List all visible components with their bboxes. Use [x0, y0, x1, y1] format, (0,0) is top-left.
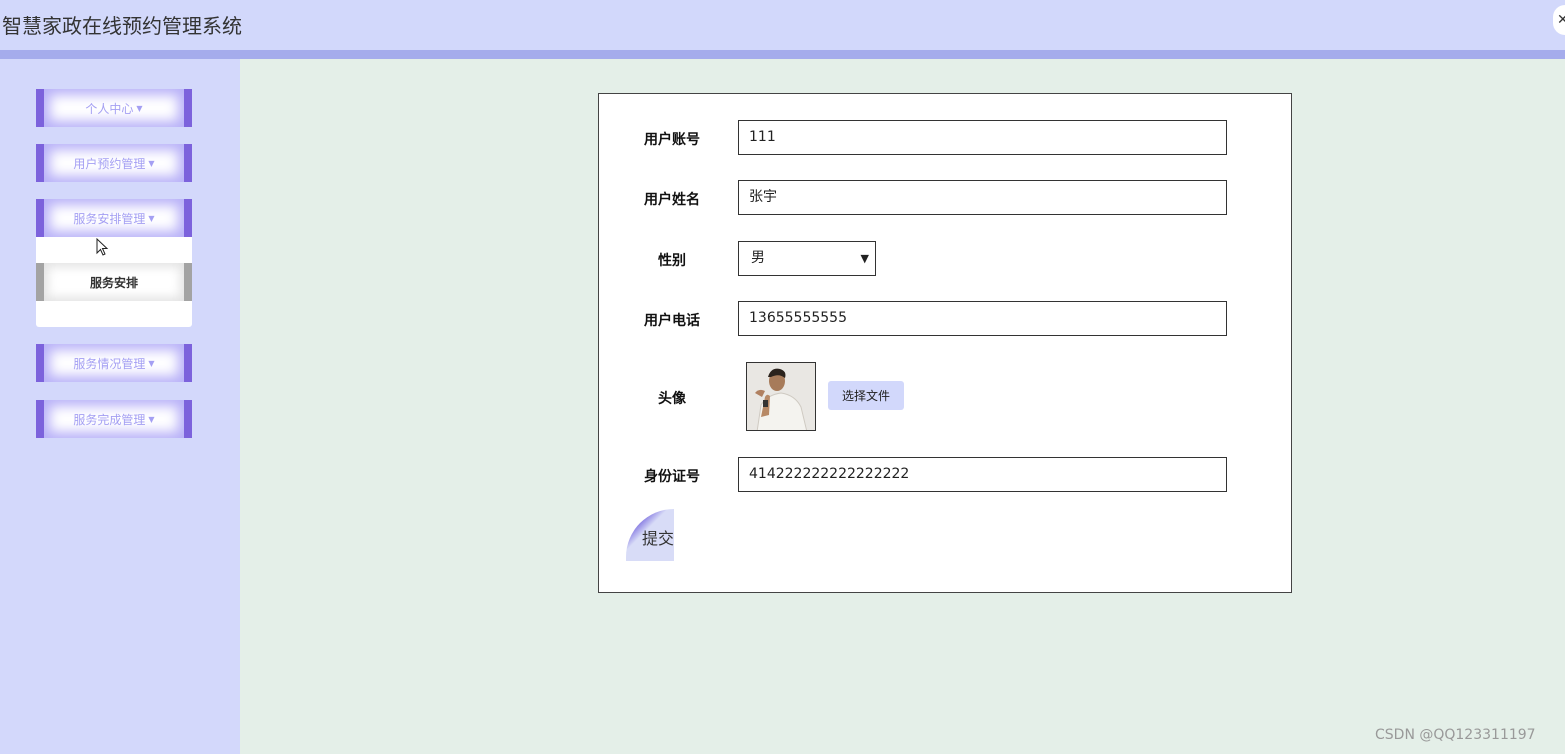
- menu-label: 个人中心: [85, 101, 134, 116]
- app-title: 智慧家政在线预约管理系统: [2, 14, 242, 38]
- submit-label: 提交: [642, 529, 675, 548]
- submenu-service-arrangement: 服务安排: [36, 237, 192, 327]
- user-form: 用户账号 111 用户姓名 张宇 性别 男 ▼ 用户电话 13655555555…: [598, 93, 1292, 593]
- name-label: 用户姓名: [644, 192, 700, 208]
- header-bar: 智慧家政在线预约管理系统 ✕: [0, 0, 1565, 50]
- caret-down-icon: ▼: [148, 158, 155, 168]
- avatar-image: [746, 362, 816, 431]
- menu-service-completion[interactable]: 服务完成管理 ▼: [36, 400, 192, 438]
- idcard-input[interactable]: 414222222222222222: [738, 457, 1227, 492]
- menu-label: 服务情况管理: [73, 356, 146, 371]
- menu-service-arrangement[interactable]: 服务安排管理 ▼: [36, 199, 192, 237]
- gender-value: 男: [751, 250, 765, 266]
- close-icon[interactable]: ✕: [1553, 5, 1565, 35]
- name-input[interactable]: 张宇: [738, 180, 1227, 215]
- idcard-label: 身份证号: [644, 469, 700, 485]
- account-input[interactable]: 111: [738, 120, 1227, 155]
- menu-label: 服务安排管理: [73, 211, 146, 226]
- watermark: CSDN @QQ123311197: [1375, 727, 1536, 743]
- header-divider: [0, 50, 1565, 59]
- caret-down-icon: ▼: [148, 414, 155, 424]
- mouse-cursor-icon: [96, 238, 109, 256]
- gender-select[interactable]: 男 ▼: [738, 241, 876, 276]
- choose-file-button[interactable]: 选择文件: [828, 381, 904, 410]
- phone-input[interactable]: 13655555555: [738, 301, 1227, 336]
- caret-down-icon: ▼: [148, 358, 155, 368]
- avatar-label: 头像: [658, 391, 686, 407]
- chevron-down-icon: ▼: [860, 252, 869, 265]
- menu-label: 用户预约管理: [73, 156, 146, 171]
- menu-user-booking[interactable]: 用户预约管理 ▼: [36, 144, 192, 182]
- phone-label: 用户电话: [644, 313, 700, 329]
- gender-label: 性别: [658, 253, 686, 269]
- submit-button[interactable]: 提交: [626, 509, 674, 561]
- caret-down-icon: ▼: [136, 103, 143, 113]
- menu-label: 服务完成管理: [73, 412, 146, 427]
- caret-down-icon: ▼: [148, 213, 155, 223]
- account-label: 用户账号: [644, 132, 700, 148]
- menu-service-status[interactable]: 服务情况管理 ▼: [36, 344, 192, 382]
- menu-personal-center[interactable]: 个人中心 ▼: [36, 89, 192, 127]
- submenu-item-service-arrangement[interactable]: 服务安排: [36, 263, 192, 301]
